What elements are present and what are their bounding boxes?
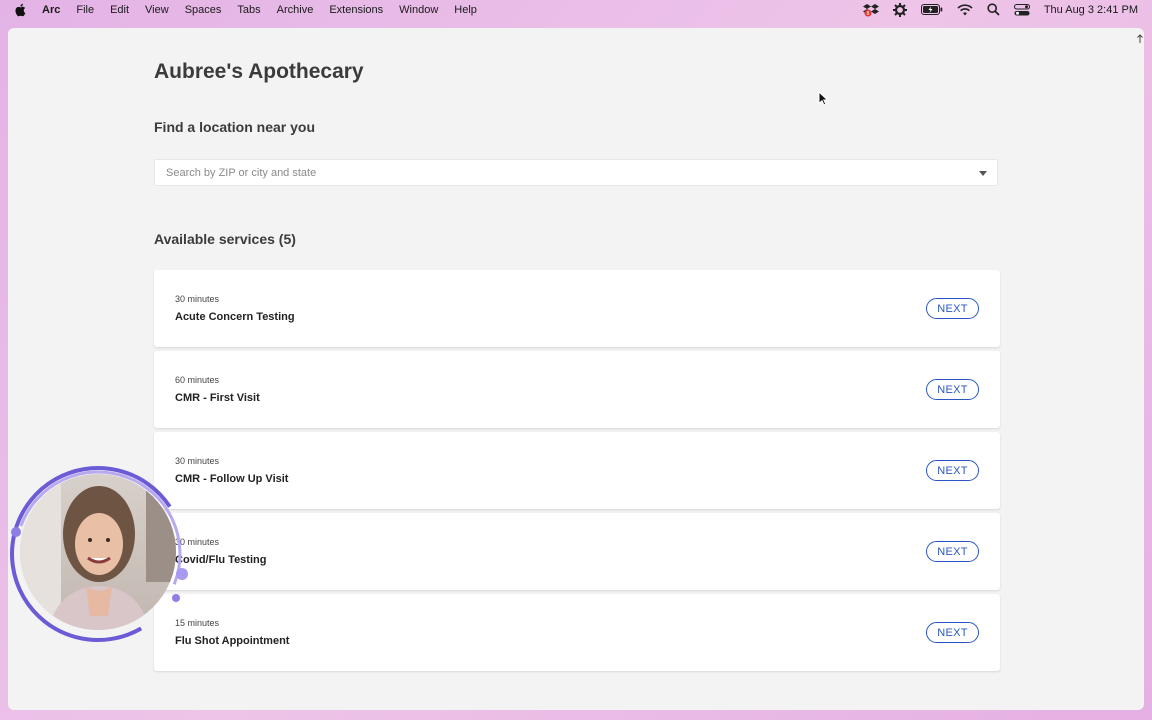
service-duration: 30 minutes — [175, 294, 220, 304]
apple-logo-icon[interactable] — [14, 3, 28, 17]
menu-app-arc[interactable]: Arc — [42, 4, 60, 16]
next-button[interactable]: NEXT — [926, 622, 979, 643]
scroll-up-icon[interactable] — [1136, 34, 1144, 47]
spotlight-search-icon[interactable] — [987, 3, 1000, 17]
control-center-icon[interactable] — [1013, 3, 1030, 17]
next-button[interactable]: NEXT — [926, 541, 979, 562]
menu-file[interactable]: File — [76, 4, 94, 16]
menu-archive[interactable]: Archive — [277, 4, 314, 16]
service-card-flu-shot-appointment: 15 minutes Flu Shot Appointment NEXT — [154, 594, 1000, 671]
service-name: CMR - Follow Up Visit — [175, 473, 289, 485]
menubar-clock[interactable]: Thu Aug 3 2:41 PM — [1044, 4, 1138, 16]
menu-tabs[interactable]: Tabs — [237, 4, 260, 16]
battery-icon[interactable] — [920, 3, 943, 17]
service-card-cmr-first-visit: 60 minutes CMR - First Visit NEXT — [154, 351, 1000, 428]
next-button[interactable]: NEXT — [926, 460, 979, 481]
service-name: Acute Concern Testing — [175, 311, 295, 323]
svg-text:8: 8 — [866, 11, 869, 17]
dropbox-icon[interactable]: 8 — [862, 3, 879, 17]
service-card-acute-concern-testing: 30 minutes Acute Concern Testing NEXT — [154, 270, 1000, 347]
service-name: CMR - First Visit — [175, 392, 260, 404]
menu-view[interactable]: View — [145, 4, 169, 16]
status-area: 8 Thu Aug 3 2:41 PM — [862, 0, 1138, 19]
next-button[interactable]: NEXT — [926, 379, 979, 400]
webcam-video-bubble[interactable] — [6, 462, 192, 648]
service-list: 30 minutes Acute Concern Testing NEXT 60… — [154, 270, 1000, 675]
settings-gear-icon[interactable] — [892, 2, 907, 17]
next-button[interactable]: NEXT — [926, 298, 979, 319]
service-duration: 60 minutes — [175, 375, 220, 385]
chevron-down-icon[interactable] — [979, 171, 987, 176]
menu-edit[interactable]: Edit — [110, 4, 129, 16]
page-title: Aubree's Apothecary — [154, 60, 364, 83]
menu-spaces[interactable]: Spaces — [185, 4, 222, 16]
service-name: Flu Shot Appointment — [175, 635, 290, 647]
menu-help[interactable]: Help — [454, 4, 477, 16]
location-search-input[interactable] — [166, 166, 966, 179]
wifi-icon[interactable] — [957, 3, 973, 17]
menu-items: Arc File Edit View Spaces Tabs Archive E… — [42, 4, 493, 16]
menu-bar: Arc File Edit View Spaces Tabs Archive E… — [0, 0, 1152, 19]
find-location-heading: Find a location near you — [154, 119, 316, 135]
service-card-covid-flu-testing: 30 minutes Covid/Flu Testing NEXT — [154, 513, 1000, 590]
menu-window[interactable]: Window — [399, 4, 438, 16]
location-search-box[interactable] — [154, 159, 998, 186]
available-services-heading: Available services (5) — [154, 231, 296, 247]
mouse-cursor-icon — [818, 90, 829, 111]
service-card-cmr-follow-up-visit: 30 minutes CMR - Follow Up Visit NEXT — [154, 432, 1000, 509]
menu-extensions[interactable]: Extensions — [329, 4, 383, 16]
